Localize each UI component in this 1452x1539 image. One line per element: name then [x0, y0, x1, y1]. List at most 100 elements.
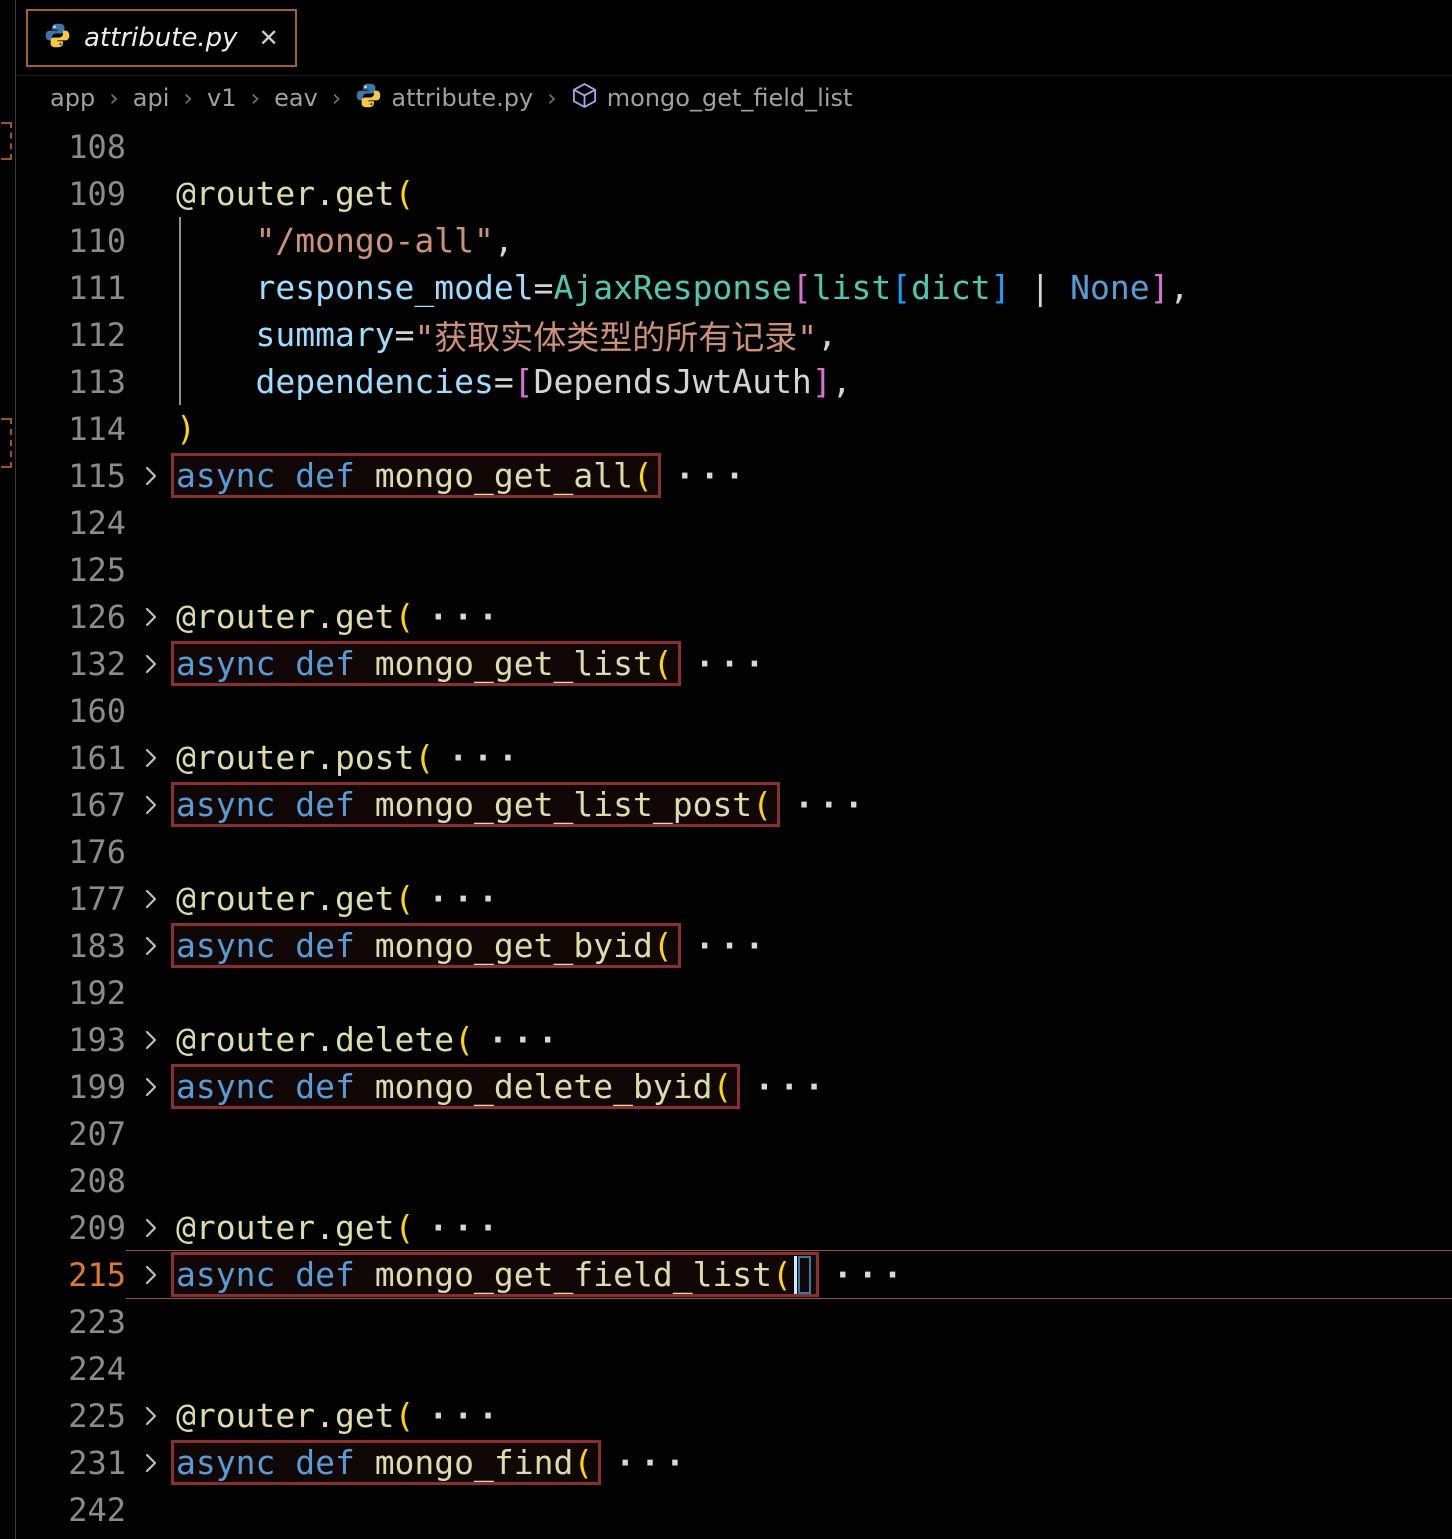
fold-chevron-icon[interactable] [126, 463, 176, 489]
folded-ellipsis[interactable]: ··· [488, 1020, 563, 1059]
folded-ellipsis[interactable]: ··· [615, 1443, 690, 1482]
fold-chevron-icon[interactable] [126, 933, 176, 959]
code-text[interactable] [176, 123, 1452, 170]
line-number[interactable]: 199 [16, 1068, 126, 1106]
line-number[interactable]: 242 [16, 1491, 126, 1529]
folded-ellipsis[interactable]: ··· [794, 785, 869, 824]
code-text[interactable]: @router.get(··· [176, 1204, 1452, 1251]
fold-chevron-icon[interactable] [126, 1027, 176, 1053]
code-text[interactable]: async def mongo_get_byid(··· [171, 922, 1452, 969]
code-text[interactable] [176, 687, 1452, 734]
code-text[interactable]: @router.get(··· [176, 593, 1452, 640]
folded-ellipsis[interactable]: ··· [428, 1396, 503, 1435]
line-number[interactable]: 224 [16, 1350, 126, 1388]
token-pn: DependsJwtAuth [533, 362, 812, 401]
breadcrumb-item-attribute-py[interactable]: attribute.py [355, 82, 533, 115]
line-number[interactable]: 125 [16, 551, 126, 589]
line-number[interactable]: 108 [16, 128, 126, 166]
fold-chevron-icon[interactable] [126, 792, 176, 818]
breadcrumb-item-eav[interactable]: eav [274, 84, 318, 112]
line-number[interactable]: 115 [16, 457, 126, 495]
folded-ellipsis[interactable]: ··· [428, 1208, 503, 1247]
close-icon[interactable]: ✕ [259, 26, 279, 50]
code-text[interactable] [176, 1486, 1452, 1533]
line-number[interactable]: 193 [16, 1021, 126, 1059]
code-text[interactable] [176, 1110, 1452, 1157]
code-text[interactable]: summary = "获取实体类型的所有记录", [176, 311, 1452, 358]
folded-ellipsis[interactable]: ··· [833, 1255, 908, 1294]
folded-ellipsis[interactable]: ··· [428, 597, 503, 636]
code-text[interactable]: @router.post(··· [176, 734, 1452, 781]
code-text[interactable] [176, 1345, 1452, 1392]
line-number[interactable]: 215 [16, 1256, 126, 1294]
line-number[interactable]: 183 [16, 927, 126, 965]
code-text[interactable]: @router.delete(··· [176, 1016, 1452, 1063]
code-area[interactable]: 108 109 @router.get(110 "/mongo-all", 111 r… [16, 120, 1452, 1539]
fold-chevron-icon[interactable] [126, 1450, 176, 1476]
breadcrumb-item-mongo-get-field-list[interactable]: mongo_get_field_list [571, 82, 852, 115]
code-line-111: 111 response_model = AjaxResponse[list[dic… [16, 264, 1452, 311]
code-text[interactable]: ) [176, 405, 1452, 452]
line-number[interactable]: 231 [16, 1444, 126, 1482]
code-text[interactable] [176, 1157, 1452, 1204]
folded-ellipsis[interactable]: ··· [428, 879, 503, 918]
code-text[interactable] [176, 499, 1452, 546]
fold-chevron-icon[interactable] [126, 1403, 176, 1429]
line-number[interactable]: 177 [16, 880, 126, 918]
code-text[interactable]: "/mongo-all", [176, 217, 1452, 264]
code-text[interactable]: async def mongo_get_list(··· [171, 640, 1452, 687]
folded-ellipsis[interactable]: ··· [695, 644, 770, 683]
breadcrumb-item-app[interactable]: app [50, 84, 95, 112]
fold-chevron-icon[interactable] [126, 745, 176, 771]
line-number[interactable]: 111 [16, 269, 126, 307]
fold-chevron-icon[interactable] [126, 651, 176, 677]
line-number[interactable]: 176 [16, 833, 126, 871]
folded-ellipsis[interactable]: ··· [695, 926, 770, 965]
code-text[interactable]: async def mongo_get_all(··· [171, 452, 1452, 499]
line-number[interactable]: 132 [16, 645, 126, 683]
code-text[interactable] [176, 1298, 1452, 1345]
fold-chevron-icon[interactable] [126, 604, 176, 630]
line-number[interactable]: 126 [16, 598, 126, 636]
line-number[interactable]: 192 [16, 974, 126, 1012]
code-text[interactable]: response_model = AjaxResponse[list[dict] |… [176, 264, 1452, 311]
line-number[interactable]: 113 [16, 363, 126, 401]
fold-chevron-icon[interactable] [126, 1262, 176, 1288]
line-number[interactable]: 161 [16, 739, 126, 777]
code-text[interactable] [176, 828, 1452, 875]
fold-chevron-icon[interactable] [126, 886, 176, 912]
code-text[interactable]: @router.get(··· [176, 875, 1452, 922]
code-text[interactable]: dependencies =[DependsJwtAuth], [176, 358, 1452, 405]
breadcrumb-item-v1[interactable]: v1 [207, 84, 236, 112]
line-number[interactable]: 207 [16, 1115, 126, 1153]
code-text[interactable]: @router.get(··· [176, 1392, 1452, 1439]
breadcrumb-item-api[interactable]: api [133, 84, 170, 112]
code-text[interactable]: async def mongo_get_list_post(··· [171, 781, 1452, 828]
code-text[interactable] [176, 546, 1452, 593]
line-number[interactable]: 109 [16, 175, 126, 213]
code-text[interactable]: async def mongo_find(··· [171, 1439, 1452, 1486]
line-number[interactable]: 208 [16, 1162, 126, 1200]
folded-ellipsis[interactable]: ··· [448, 738, 523, 777]
line-body [126, 1110, 1452, 1157]
line-number[interactable]: 209 [16, 1209, 126, 1247]
folded-ellipsis[interactable]: ··· [675, 456, 750, 495]
line-number[interactable]: 114 [16, 410, 126, 448]
fold-chevron-icon[interactable] [126, 1215, 176, 1241]
fold-chevron-icon[interactable] [126, 1074, 176, 1100]
line-body [126, 828, 1452, 875]
tab-attribute-py[interactable]: attribute.py ✕ [26, 8, 297, 67]
line-number[interactable]: 223 [16, 1303, 126, 1341]
line-number[interactable]: 124 [16, 504, 126, 542]
line-number[interactable]: 160 [16, 692, 126, 730]
line-number[interactable]: 225 [16, 1397, 126, 1435]
breadcrumb-label: attribute.py [391, 84, 534, 112]
code-text[interactable]: async def mongo_get_field_list(··· [171, 1251, 1452, 1298]
line-number[interactable]: 110 [16, 222, 126, 260]
code-text[interactable] [176, 969, 1452, 1016]
line-number[interactable]: 167 [16, 786, 126, 824]
folded-ellipsis[interactable]: ··· [754, 1067, 829, 1106]
line-number[interactable]: 112 [16, 316, 126, 354]
code-text[interactable]: async def mongo_delete_byid(··· [171, 1063, 1452, 1110]
code-text[interactable]: @router.get( [176, 170, 1452, 217]
